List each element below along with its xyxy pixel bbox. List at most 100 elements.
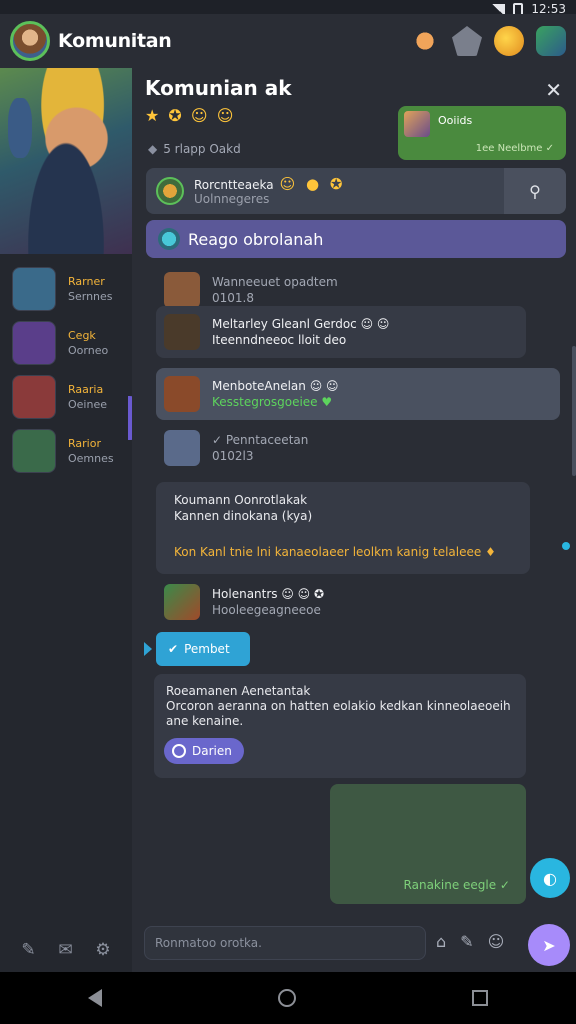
member-count: ◆ 5 rlapp Oakd [148,142,241,156]
compose-actions: ⌂ ✎ ☺ [436,932,504,951]
message-title: Meltarley Gleanl Gerdoc ☺ ☺ [212,317,390,331]
message-input[interactable]: Ronmatoo orotka. [144,926,426,960]
media-card-caption: Ranakine eegle ✓ [403,878,510,892]
message-sub: Iteenndneeoc lloit deo [212,333,347,347]
send-pill-button[interactable]: ✔ Pembet [156,632,250,666]
shield-icon[interactable] [452,26,482,56]
app-title: Komunitan [58,30,172,52]
top-card-title: Ooiids [438,114,473,127]
avatar [164,584,200,620]
group-bar-label: Reago obrolanah [188,229,324,249]
message-input-placeholder: Ronmatoo orotka. [155,936,262,950]
rail-item[interactable]: Rarior Oemnes [0,424,132,478]
system-nav-bar [0,972,576,1024]
gear-icon[interactable]: ⚙ [95,940,110,960]
send-button[interactable]: ➤ [528,924,570,966]
rail-item[interactable]: Raaria Oeinee [0,370,132,424]
pin-icon[interactable]: ⚲ [504,168,566,214]
text-card[interactable]: Koumann Oonrotlakak Kannen dinokana (kya… [156,482,530,574]
rail-item-sub: Sernnes [68,290,113,303]
header-actions [410,26,566,56]
message-sub: Hooleegeagneeoe [212,603,321,617]
profile-avatar-icon[interactable] [536,26,566,56]
coin-icon[interactable] [494,26,524,56]
message-title: ✓ Penntaceetan [212,433,309,447]
avatar [12,375,56,419]
avatar [164,314,200,350]
avatar [12,267,56,311]
info-card-line: Roeamanen Aenetantak [166,684,311,698]
avatar [12,321,56,365]
check-icon: ✔ [168,642,179,656]
rating-icons: ★ ✪ ☺ ☺ [145,106,236,125]
avatar [164,272,200,308]
app-header: Komunitan [0,14,576,68]
rail-item-sub: Oeinee [68,398,107,411]
pinned-name: Rorcntteaeka ☺ ● ✪ [194,174,346,193]
attach-icon[interactable]: ✎ [460,932,473,951]
rail-footer: ✎ ✉ ⚙ [0,940,132,960]
text-card-line: Koumann Oonrotlakak [174,493,308,507]
home-icon[interactable]: ⌂ [436,932,446,951]
home-circle-icon[interactable] [278,989,296,1007]
top-card-sub: 1ee Neelbme ✓ [475,143,554,154]
message-title: Wanneeuet opadtem [212,275,338,289]
info-card-line: Orcoron aeranna on hatten eolakio kedkan… [166,699,511,713]
circle-icon [172,744,186,758]
top-card[interactable]: Ooiids 1ee Neelbme ✓ [398,106,566,160]
community-panel: Komunian ak ✕ ★ ✪ ☺ ☺ ◆ 5 rlapp Oakd Ooii… [132,68,576,972]
character-icon[interactable] [410,26,440,56]
chat-fab-button[interactable]: ◐ [530,858,570,898]
tag-icon[interactable]: ✎ [21,940,35,960]
list-item[interactable]: Meltarley Gleanl Gerdoc ☺ ☺ Iteenndneeoc … [156,306,526,358]
close-icon[interactable]: ✕ [545,78,562,102]
group-icon [158,228,180,250]
play-icon [144,642,152,656]
text-card-line: Kannen dinokana (kya) [174,509,313,523]
rail-item-name: Rarior [68,437,101,450]
recents-icon[interactable] [472,990,488,1006]
message-sub: 0101.8 [212,291,254,305]
avatar [164,376,200,412]
pinned-sub: Uolnnegeres [194,191,270,206]
rail-item[interactable]: Rarner Sernnes [0,262,132,316]
darien-button[interactable]: Darien [164,738,244,764]
darien-label: Darien [192,743,232,758]
list-item[interactable]: ✓ Penntaceetan 0102l3 [156,422,526,474]
group-icon: ◆ [148,142,158,156]
member-count-label: 5 rlapp Oakd [163,142,241,156]
rail-item-sub: Oorneo [68,344,109,357]
rail-item-sub: Oemnes [68,452,114,465]
rail-item-name: Raaria [68,383,104,396]
avatar [12,429,56,473]
list-item[interactable]: MenboteAnelan ☺ ☺ Kesstegrosgoeiee ♥ [156,368,560,420]
media-card[interactable]: Ranakine eegle ✓ [330,784,526,904]
left-rail: Rarner Sernnes Cegk Oorneo Raaria Oeinee Ra… [0,68,132,972]
message-sub: Kesstegrosgoeiee ♥ [212,395,333,409]
guild-badge-icon [156,177,184,205]
rail-item[interactable]: Cegk Oorneo [0,316,132,370]
mail-icon[interactable]: ✉ [58,940,72,960]
rail-list: Rarner Sernnes Cegk Oorneo Raaria Oeinee Ra… [0,262,132,478]
signal-icon [491,3,506,15]
message-title: Holenantrs ☺ ☺ ✪ [212,587,325,601]
emoji-row: ☺ ● ✪ [279,174,346,193]
text-card-line: Kon Kanl tnie lni kanaeolaeer leolkm kan… [174,545,496,559]
message-sub: 0102l3 [212,449,254,463]
unread-dot [562,542,570,550]
rail-item-name: Cegk [68,329,96,342]
group-bar[interactable]: Reago obrolanah [146,220,566,258]
panel-title: Komunian ak [145,76,292,100]
back-icon[interactable] [88,989,102,1007]
rail-item-name: Rarner [68,275,105,288]
info-card[interactable]: Roeamanen Aenetantak Orcoron aeranna on … [154,674,526,778]
message-title: MenboteAnelan ☺ ☺ [212,379,339,393]
hero-portrait [0,68,132,254]
list-item[interactable]: Holenantrs ☺ ☺ ✪ Hooleegeagneeoe [156,576,526,628]
send-pill-label: Pembet [184,642,230,656]
scrollbar[interactable] [572,346,576,476]
emoji-icon[interactable]: ☺ [488,932,505,951]
pinned-row[interactable]: Rorcntteaeka ☺ ● ✪ Uolnnegeres ⚲ [146,168,566,214]
app-logo[interactable] [10,21,50,61]
info-card-line: ane kenaine. [166,714,244,728]
